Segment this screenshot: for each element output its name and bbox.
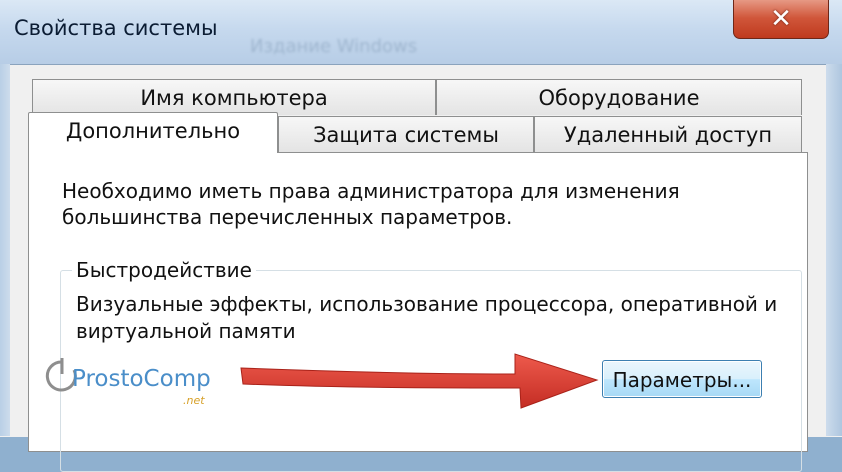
tab-system-protection[interactable]: Защита системы <box>278 116 534 152</box>
tab-label: Оборудование <box>538 86 700 110</box>
tab-advanced[interactable]: Дополнительно <box>28 112 278 153</box>
tab-label: Имя компьютера <box>140 86 328 110</box>
window-title: Свойства системы <box>14 16 218 40</box>
performance-group-label: Быстродействие <box>72 258 256 282</box>
watermark-subtext: .net <box>183 394 205 407</box>
close-icon: ✕ <box>770 4 792 34</box>
tab-label: Дополнительно <box>65 119 241 143</box>
title-ghost-text: Издание Windows <box>250 36 418 57</box>
tab-computer-name[interactable]: Имя компьютера <box>32 79 436 115</box>
tab-label: Удаленный доступ <box>563 123 773 147</box>
title-bar: Издание Windows Свойства системы ✕ <box>0 0 842 64</box>
performance-settings-button[interactable]: Параметры... <box>602 360 762 398</box>
tab-remote[interactable]: Удаленный доступ <box>534 116 802 152</box>
close-button[interactable]: ✕ <box>733 0 829 39</box>
watermark-text: ProstoComp <box>72 366 211 392</box>
red-arrow-icon <box>240 353 599 409</box>
tab-hardware[interactable]: Оборудование <box>436 79 802 115</box>
window-border-left <box>0 64 10 436</box>
admin-info-text: Необходимо иметь права администратора дл… <box>62 179 680 229</box>
tab-label: Защита системы <box>313 123 499 147</box>
window-border-right <box>826 64 842 436</box>
